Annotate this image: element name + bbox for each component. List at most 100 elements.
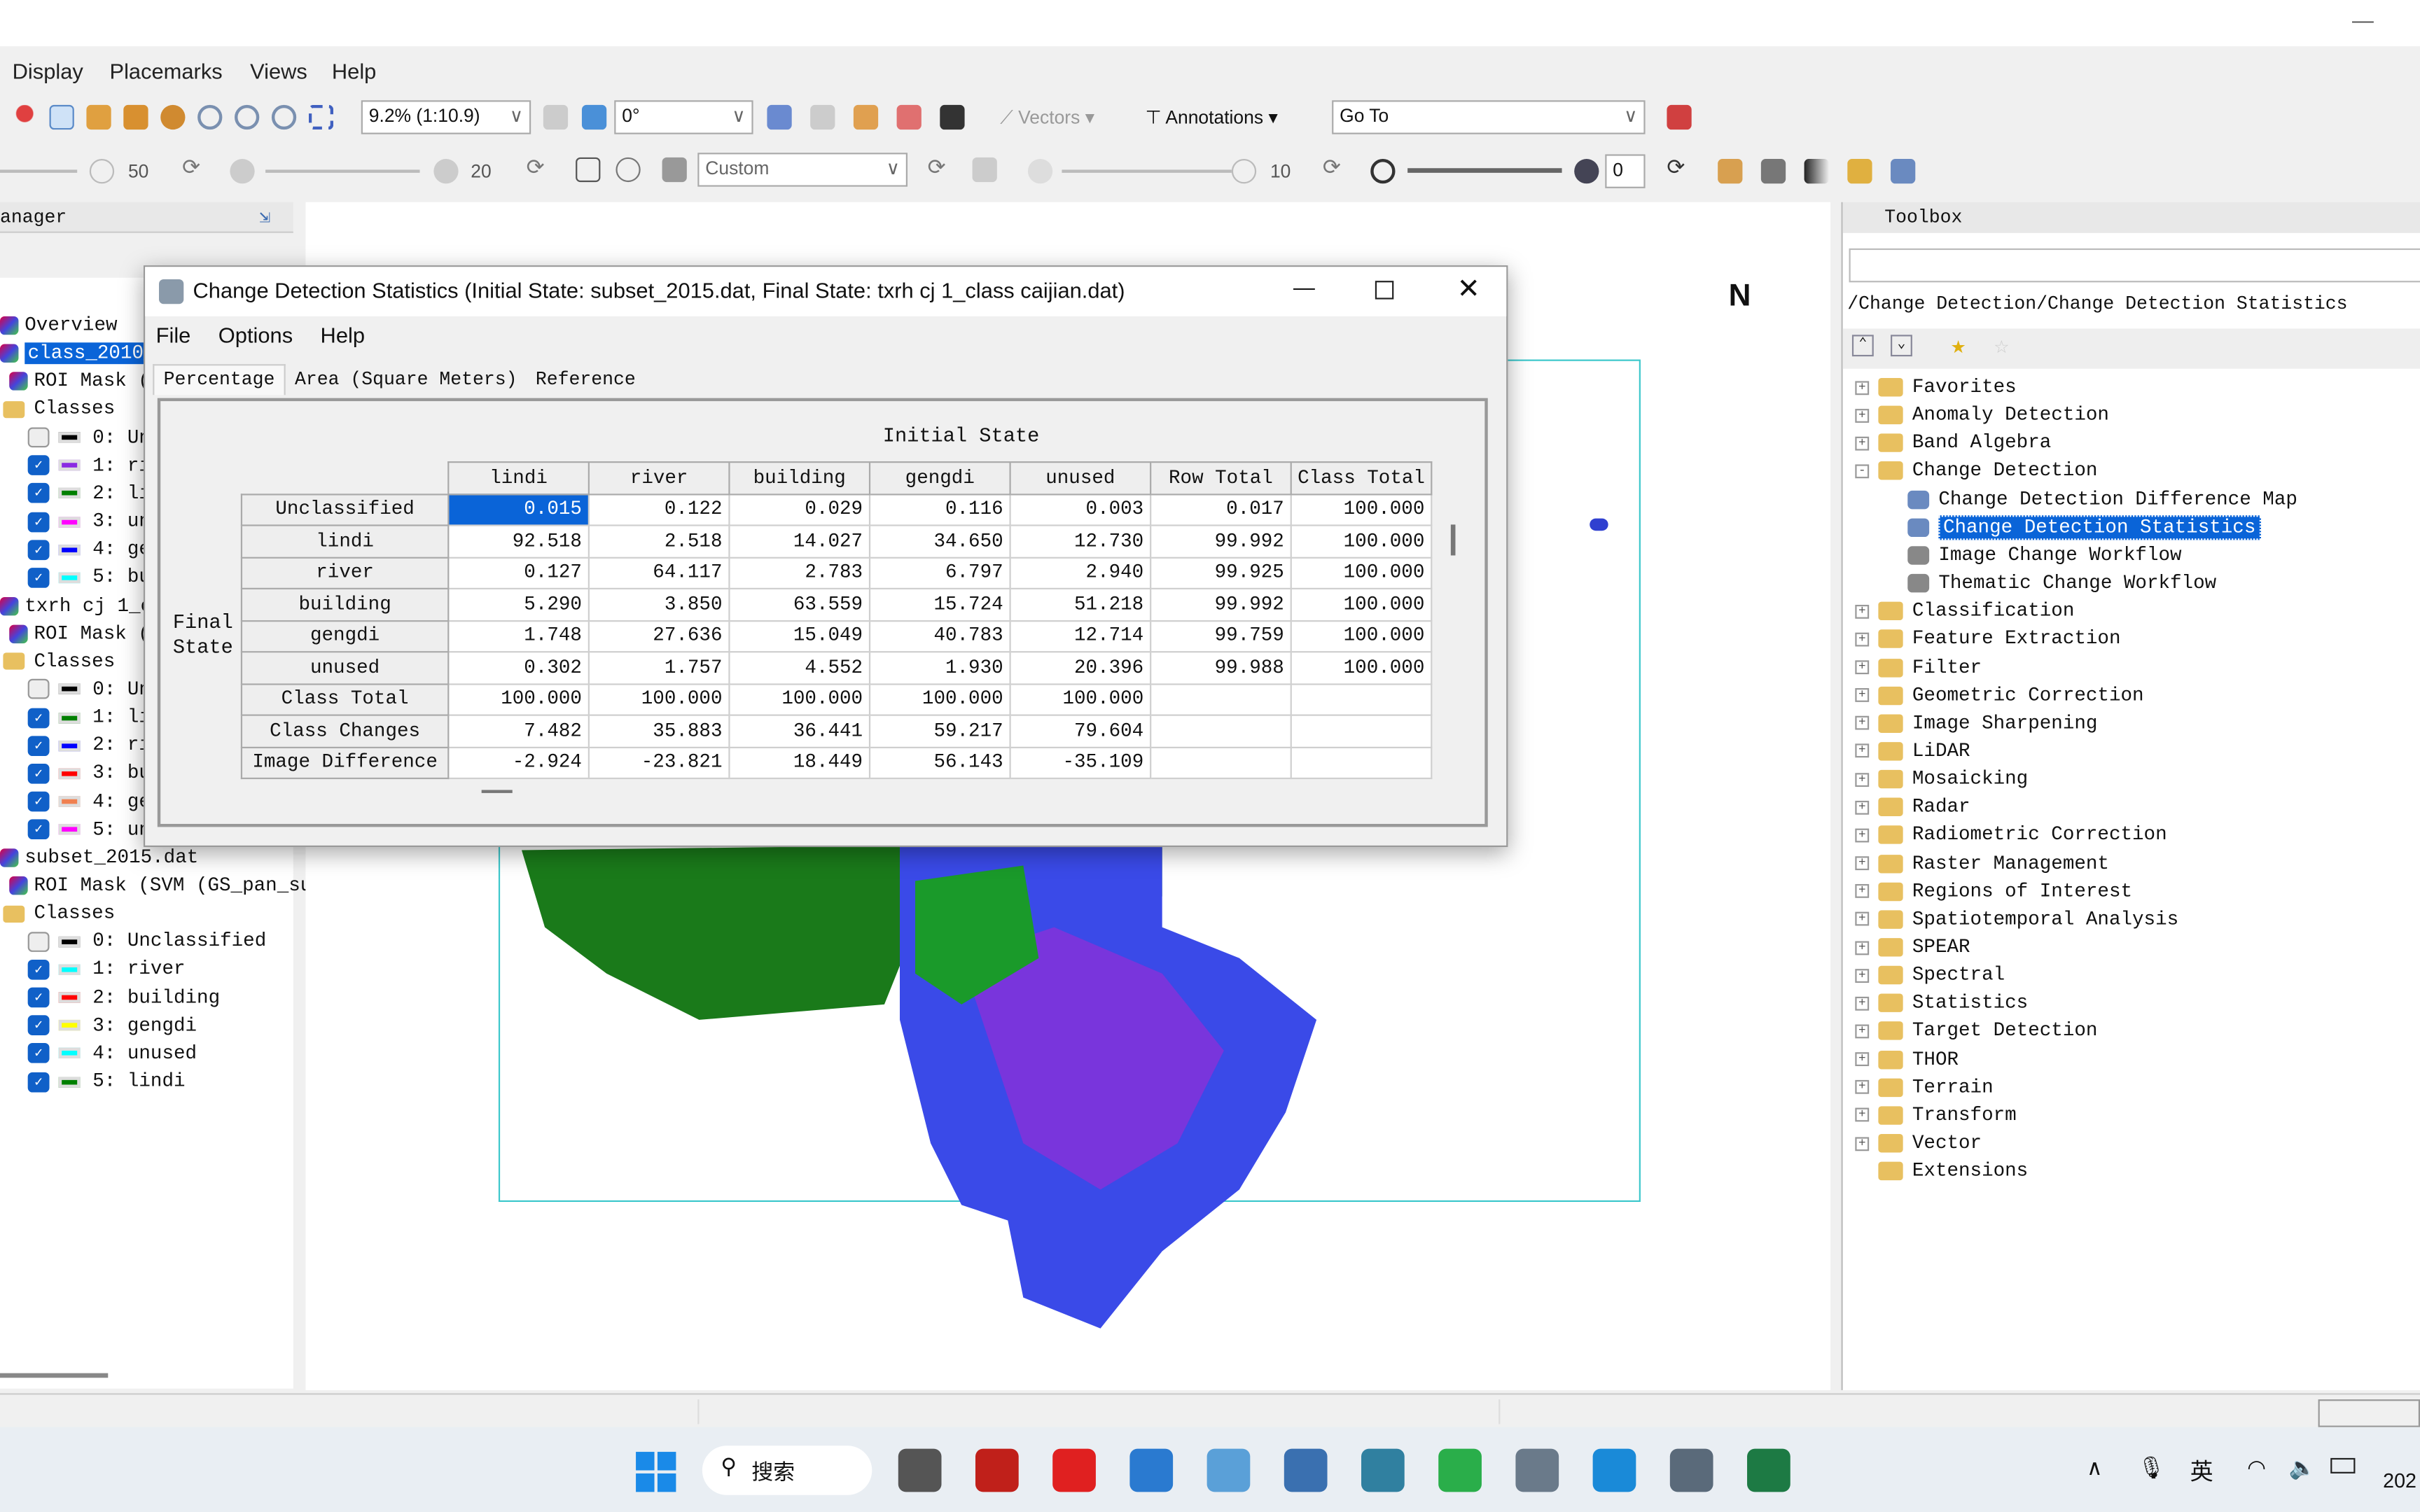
toolbox-item[interactable]: Change Detection Statistics xyxy=(1855,513,2261,541)
table-cell[interactable]: 15.049 xyxy=(728,619,871,653)
toolbox-search-input[interactable] xyxy=(1849,248,2420,283)
sharpen-icon[interactable] xyxy=(972,157,997,183)
class-checkbox[interactable] xyxy=(27,931,50,952)
table-cell[interactable]: 14.027 xyxy=(728,524,871,558)
table-cell[interactable]: -23.821 xyxy=(587,746,730,780)
table-cell[interactable]: 51.218 xyxy=(1009,587,1152,622)
menu-views[interactable]: Views xyxy=(250,59,307,83)
table-cell[interactable]: 20.396 xyxy=(1009,651,1152,685)
layer-tree-item[interactable]: ✓ 4: ge xyxy=(0,536,151,564)
layer-tree-item[interactable]: Overview xyxy=(0,312,118,340)
table-cell[interactable]: 0.003 xyxy=(1009,493,1152,526)
select-arrow-icon[interactable] xyxy=(49,104,74,130)
layer-tree-item[interactable]: Classes xyxy=(0,648,115,676)
table-cell[interactable]: 12.730 xyxy=(1009,524,1152,558)
remove-favorite-icon[interactable]: ☆ xyxy=(1994,330,2009,361)
toolbox-item[interactable]: + LiDAR xyxy=(1855,737,1970,765)
cnki-icon[interactable] xyxy=(1129,1448,1174,1492)
table-cell[interactable]: 99.759 xyxy=(1150,619,1292,653)
class-checkbox[interactable] xyxy=(27,679,50,700)
table-cell[interactable]: 100.000 xyxy=(447,682,590,716)
layer-tree-scrollbar[interactable] xyxy=(0,1373,109,1378)
table-horizontal-scrollbar[interactable] xyxy=(481,790,513,793)
tab-reference[interactable]: Reference xyxy=(527,364,645,395)
dialog-minimize-button[interactable]: — xyxy=(1293,274,1315,299)
crosshair-icon[interactable] xyxy=(767,104,792,130)
layer-tree-item[interactable]: Classes xyxy=(0,396,115,424)
python-icon[interactable] xyxy=(1284,1448,1328,1492)
table-cell[interactable]: 0.122 xyxy=(587,493,730,526)
toolbox-item[interactable]: + Regions of Interest xyxy=(1855,877,2132,905)
table-cell[interactable]: 99.925 xyxy=(1150,556,1292,589)
measure-icon[interactable] xyxy=(853,104,879,130)
menu-placemarks[interactable]: Placemarks xyxy=(109,59,222,83)
toolbox-item[interactable]: + THOR xyxy=(1855,1045,1959,1073)
table-cell[interactable]: 7.482 xyxy=(447,714,590,748)
dialog-menu-options[interactable]: Options xyxy=(218,323,293,347)
stretch-type-icon[interactable] xyxy=(662,157,687,183)
minimize-window-button[interactable]: — xyxy=(2352,8,2374,32)
toolbox-item[interactable]: + Spectral xyxy=(1855,961,2005,989)
layer-tree-item[interactable]: ✓ 1: li xyxy=(0,704,151,732)
gradient-icon[interactable] xyxy=(1804,159,1829,184)
menu-display[interactable]: Display xyxy=(13,59,83,83)
netease-music-icon[interactable] xyxy=(1052,1448,1096,1492)
contrast-value[interactable]: 20 xyxy=(471,160,491,182)
stretch-box-icon[interactable] xyxy=(576,157,601,183)
toolbox-item[interactable]: + Favorites xyxy=(1855,373,2017,401)
expand-toggle-icon[interactable]: + xyxy=(1855,996,1870,1011)
expand-toggle-icon[interactable]: + xyxy=(1855,772,1870,787)
tray-chevron-icon[interactable]: ∧ xyxy=(2087,1455,2103,1480)
table-cell[interactable]: 18.449 xyxy=(728,746,871,780)
clock[interactable]: 202 xyxy=(2383,1469,2416,1492)
toolbox-item[interactable]: + Feature Extraction xyxy=(1855,625,2121,653)
table-cell[interactable]: 3.850 xyxy=(587,587,730,622)
reset-icon[interactable]: ⟳ xyxy=(182,156,200,182)
table-cell[interactable]: 12.714 xyxy=(1009,619,1152,653)
layer-tree-item[interactable]: ✓ 5: un xyxy=(0,816,151,844)
expand-toggle-icon[interactable]: + xyxy=(1855,380,1870,395)
stretch-target-icon[interactable] xyxy=(616,157,641,183)
dialog-menu-help[interactable]: Help xyxy=(321,323,365,347)
pan-hand-icon[interactable] xyxy=(86,104,111,130)
brightness-slider[interactable] xyxy=(0,169,78,173)
table-cell[interactable]: 0.017 xyxy=(1150,493,1292,526)
expand-toggle-icon[interactable]: + xyxy=(1855,744,1870,759)
table-cell[interactable]: 56.143 xyxy=(868,746,1011,780)
zoom-out-icon[interactable] xyxy=(271,104,297,130)
table-cell[interactable]: 100.000 xyxy=(1290,587,1433,622)
class-checkbox[interactable] xyxy=(27,427,50,448)
volume-icon[interactable]: 🔈 xyxy=(2289,1455,2316,1480)
layer-tree-item[interactable]: ✓ 3: gengdi xyxy=(0,1011,197,1040)
expand-toggle-icon[interactable]: + xyxy=(1855,1024,1870,1039)
class-checkbox[interactable]: ✓ xyxy=(27,791,50,812)
table-cell[interactable]: 35.883 xyxy=(587,714,730,748)
file-explorer-icon[interactable] xyxy=(898,1448,942,1492)
table-cell[interactable]: 40.783 xyxy=(868,619,1011,653)
table-cell[interactable]: -35.109 xyxy=(1009,746,1152,780)
fly-icon[interactable] xyxy=(123,104,148,130)
add-favorite-icon[interactable]: ★ xyxy=(1951,330,1966,361)
settings-icon[interactable] xyxy=(1669,1448,1713,1492)
table-cell[interactable]: 63.559 xyxy=(728,587,871,622)
class-checkbox[interactable]: ✓ xyxy=(27,819,50,840)
class-checkbox[interactable]: ✓ xyxy=(27,707,50,728)
layers-icon[interactable] xyxy=(1847,159,1872,184)
reset-icon[interactable]: ⟳ xyxy=(527,156,545,182)
table-cell[interactable]: 2.518 xyxy=(587,524,730,558)
layer-tree-item[interactable]: 0: Un xyxy=(0,676,151,704)
toolbox-item[interactable]: + Vector xyxy=(1855,1130,1982,1158)
layer-tree-item[interactable]: Classes xyxy=(0,899,115,927)
toolbox-item[interactable]: - Change Detection xyxy=(1855,457,2097,485)
table-cell[interactable]: 0.029 xyxy=(728,493,871,526)
expand-toggle-icon[interactable]: + xyxy=(1855,1052,1870,1067)
toolbox-item[interactable]: Extensions xyxy=(1855,1157,2028,1185)
expand-toggle-icon[interactable]: + xyxy=(1855,940,1870,955)
dialog-menu-file[interactable]: File xyxy=(156,323,191,347)
table-cell[interactable]: 99.992 xyxy=(1150,524,1292,558)
layer-tree-item[interactable]: class_2010_ xyxy=(0,340,158,368)
rotate-icon[interactable] xyxy=(160,104,186,130)
class-checkbox[interactable]: ✓ xyxy=(27,539,50,560)
table-cell[interactable]: 15.724 xyxy=(868,587,1011,622)
table-cell[interactable] xyxy=(1290,682,1433,716)
